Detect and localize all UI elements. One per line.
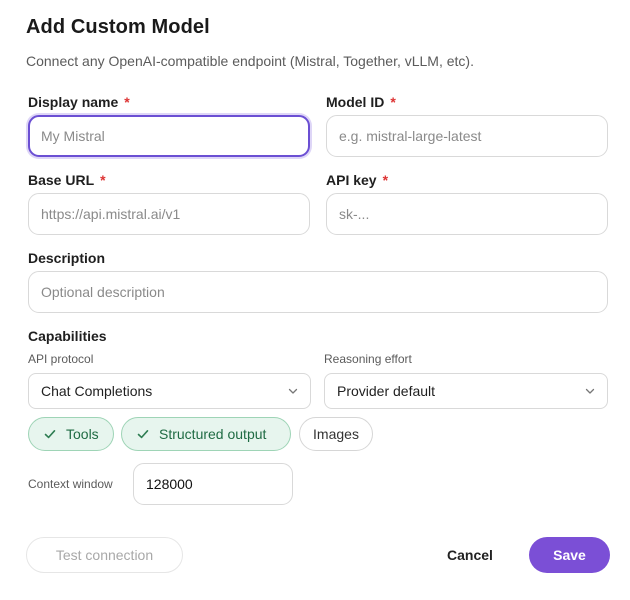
api-key-input[interactable]: [326, 193, 608, 235]
description-label: Description: [28, 250, 106, 266]
chevron-down-icon: [288, 388, 298, 394]
display-name-label-text: Display name: [28, 94, 119, 110]
check-icon: [44, 430, 56, 439]
structured-output-chip-label: Structured output: [159, 426, 267, 442]
reasoning-effort-label: Reasoning effort: [324, 352, 412, 366]
display-name-label: Display name *: [28, 94, 130, 110]
check-icon: [137, 430, 149, 439]
api-protocol-value: Chat Completions: [41, 383, 153, 399]
images-toggle-chip[interactable]: Images: [299, 417, 373, 451]
required-mark: *: [382, 172, 389, 188]
capabilities-heading: Capabilities: [28, 328, 107, 344]
images-chip-label: Images: [313, 426, 359, 442]
test-connection-button[interactable]: Test connection: [26, 537, 183, 573]
save-button[interactable]: Save: [529, 537, 610, 573]
structured-output-toggle-chip[interactable]: Structured output: [121, 417, 291, 451]
required-mark: *: [100, 172, 106, 188]
api-key-label-text: API key: [326, 172, 377, 188]
tools-toggle-chip[interactable]: Tools: [28, 417, 114, 451]
display-name-input[interactable]: [28, 115, 310, 157]
model-id-label: Model ID *: [326, 94, 396, 110]
context-window-label: Context window: [28, 477, 113, 491]
dialog-title: Add Custom Model: [26, 16, 210, 38]
api-key-label: API key *: [326, 172, 388, 188]
base-url-label-text: Base URL: [28, 172, 95, 188]
description-input[interactable]: [28, 271, 608, 313]
cancel-button[interactable]: Cancel: [440, 537, 500, 573]
reasoning-effort-select[interactable]: Provider default: [324, 373, 608, 409]
context-window-input[interactable]: [133, 463, 293, 505]
base-url-label: Base URL *: [28, 172, 106, 188]
required-mark: *: [390, 94, 396, 110]
model-id-label-text: Model ID: [326, 94, 385, 110]
chevron-down-icon: [585, 388, 595, 394]
required-mark: *: [124, 94, 130, 110]
reasoning-effort-value: Provider default: [337, 383, 436, 399]
tools-chip-label: Tools: [66, 426, 99, 442]
dialog-subtitle: Connect any OpenAI-compatible endpoint (…: [26, 53, 474, 69]
api-protocol-select[interactable]: Chat Completions: [28, 373, 311, 409]
base-url-input[interactable]: [28, 193, 310, 235]
model-id-input[interactable]: [326, 115, 608, 157]
api-protocol-label: API protocol: [28, 352, 94, 366]
